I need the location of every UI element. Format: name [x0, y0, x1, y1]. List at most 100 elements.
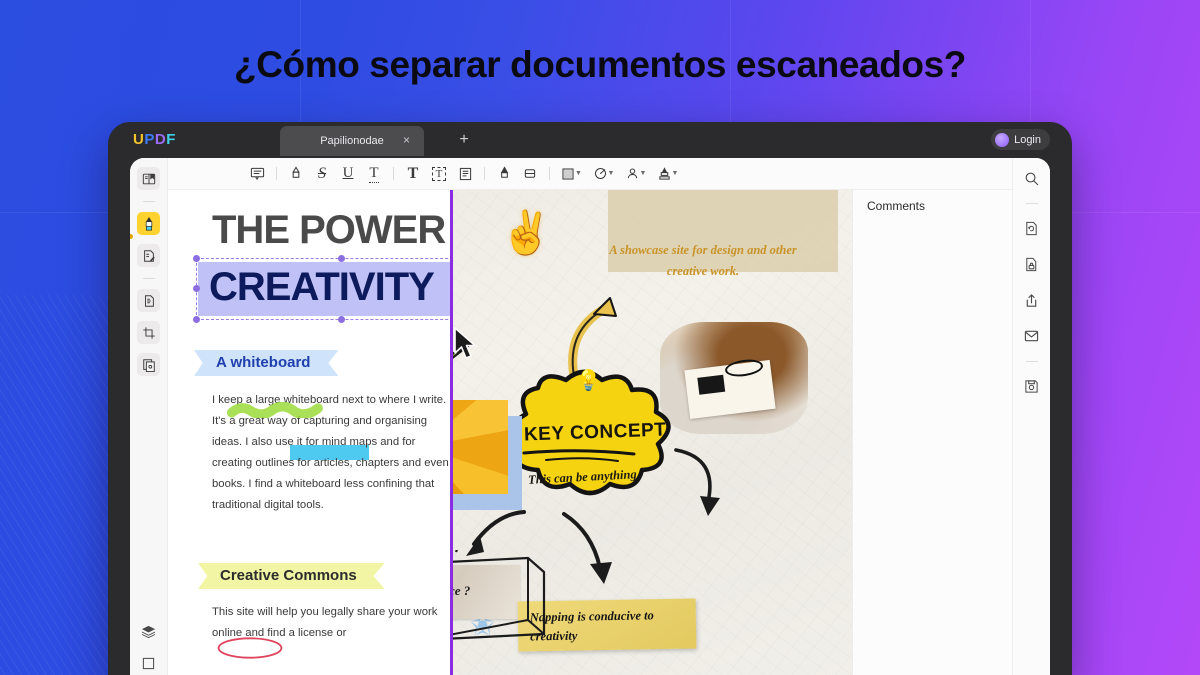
headspace-label: Headspace ? [450, 583, 471, 598]
tool-pen[interactable] [491, 162, 517, 186]
peace-hand-icon: ✌ [500, 209, 553, 256]
tool-eraser[interactable] [517, 162, 543, 186]
sidebar-item-layers[interactable] [140, 622, 158, 640]
save-disk-icon [1025, 379, 1038, 393]
sidebar-item-convert[interactable] [137, 353, 160, 376]
document-tab[interactable]: Papilionodae × [280, 126, 424, 156]
tool-note-comment[interactable] [244, 162, 270, 186]
new-tab-icon[interactable]: + [456, 132, 472, 148]
stamp-icon [658, 166, 670, 180]
tool-stamp[interactable]: ▼ [652, 162, 684, 186]
pdf-page-left: THE POWER OF CREATIVITY A whiteboard I k… [168, 190, 510, 675]
annotation-toolbar: S U T T T ▼ ▼ ▼ ▼ [168, 158, 1012, 190]
avatar [995, 132, 1010, 147]
crop-icon [142, 326, 155, 339]
curved-arrow-down-icon [562, 512, 612, 584]
ocr-button[interactable] [1021, 217, 1043, 239]
right-toolbar [1012, 158, 1050, 675]
page-square-icon [142, 657, 155, 669]
app-window: S U T T T ▼ ▼ ▼ ▼ THE POWER OF CREATIVIT… [130, 158, 1050, 675]
main-area: S U T T T ▼ ▼ ▼ ▼ THE POWER OF CREATIVIT… [168, 158, 1012, 675]
lock-document-icon [1026, 257, 1037, 271]
pdf-page-canvas[interactable]: THE POWER OF CREATIVITY A whiteboard I k… [168, 190, 1012, 675]
underline-swash [522, 449, 636, 462]
search-button[interactable] [1021, 167, 1043, 189]
tool-highlight[interactable] [283, 162, 309, 186]
signature-person-icon [627, 168, 637, 179]
squiggly-underline-icon: T [369, 164, 379, 183]
pdf-page-right-collage: As a creative person, your inputs are ju… [450, 190, 852, 675]
sidebar-item-reader[interactable] [137, 167, 160, 190]
tool-strikethrough[interactable]: S [309, 162, 335, 186]
tool-underline[interactable]: U [335, 162, 361, 186]
stamp-circle-icon [594, 167, 606, 180]
curved-arrow-right-icon [674, 448, 720, 516]
sidebar-item-organize[interactable] [137, 289, 160, 312]
device-frame: UPDF Papilionodae × + Login S U T T T ▼ … [108, 122, 1072, 675]
section-body-whiteboard: I keep a large whiteboard next to where … [212, 394, 449, 511]
resize-handle-bl[interactable] [193, 316, 200, 323]
tool-text-box[interactable]: T [426, 162, 452, 186]
sunflower-photo [450, 400, 508, 494]
save-button[interactable] [1021, 375, 1043, 397]
showcase-note: A showcase site for design and other cre… [609, 243, 797, 278]
toolbar-divider [393, 167, 394, 180]
page-title: ¿Cómo separar documentos escaneados? [234, 44, 966, 85]
tool-stamp-shape[interactable]: ▼ [588, 162, 620, 186]
envelope-icon [1024, 330, 1039, 342]
sidebar-item-crop[interactable] [137, 321, 160, 344]
close-icon[interactable]: × [400, 134, 413, 147]
tool-sticky-note[interactable] [452, 162, 478, 186]
protect-button[interactable] [1021, 253, 1043, 275]
red-circle-annotation[interactable] [214, 636, 286, 660]
mouse-cursor [454, 327, 476, 359]
text-box-icon: T [431, 166, 447, 181]
tool-text[interactable]: T [400, 162, 426, 186]
ocr-document-icon [1026, 221, 1037, 235]
underline-icon: U [342, 165, 354, 181]
rail-divider [1025, 203, 1038, 204]
selected-text-object[interactable]: CREATIVITY [193, 255, 491, 323]
logo-letter-d: D [154, 131, 167, 148]
layers-icon [141, 625, 156, 638]
sidebar-item-edit[interactable] [137, 244, 160, 267]
section-heading-creative-commons: Creative Commons [198, 563, 385, 589]
convert-pages-icon [142, 358, 155, 372]
share-button[interactable] [1021, 289, 1043, 311]
page-organize-icon [144, 294, 154, 307]
comment-bubble-icon [250, 167, 264, 181]
pen-icon [500, 165, 508, 178]
strikethrough-icon: S [318, 164, 326, 182]
sidebar-item-annotate[interactable] [137, 212, 160, 235]
chevron-down-icon: ▼ [671, 170, 679, 177]
resize-handle-ml[interactable] [193, 285, 200, 292]
logo-letter-p: P [144, 131, 155, 148]
tool-shapes[interactable]: ▼ [556, 162, 588, 186]
sidebar-item-page-view[interactable] [140, 654, 158, 672]
curved-arrow-up-icon [568, 297, 617, 378]
active-indicator-dot [130, 234, 133, 239]
search-icon [1025, 172, 1039, 185]
resize-handle-tl[interactable] [193, 255, 200, 262]
resize-handle-tc[interactable] [338, 255, 345, 262]
tool-signature[interactable]: ▼ [620, 162, 652, 186]
resize-handle-bc[interactable] [338, 316, 345, 323]
rail-divider [142, 278, 155, 279]
chevron-down-icon: ▼ [607, 170, 615, 177]
logo-letter-u: U [133, 131, 145, 148]
page-split-divider[interactable] [450, 190, 453, 675]
login-button[interactable]: Login [991, 129, 1050, 150]
highlighter-icon [145, 216, 152, 230]
rail-divider [142, 201, 155, 202]
sticky-note-icon [459, 167, 471, 180]
toolbar-divider [484, 167, 485, 180]
eraser-icon [524, 169, 536, 178]
edit-document-icon [143, 249, 155, 262]
share-upload-icon [1026, 293, 1037, 307]
app-title-bar: UPDF Papilionodae × + Login [108, 122, 1072, 158]
toolbar-divider [549, 167, 550, 180]
login-label: Login [1014, 133, 1041, 146]
toolbar-divider [276, 167, 277, 180]
email-button[interactable] [1021, 325, 1043, 347]
tool-squiggly[interactable]: T [361, 162, 387, 186]
